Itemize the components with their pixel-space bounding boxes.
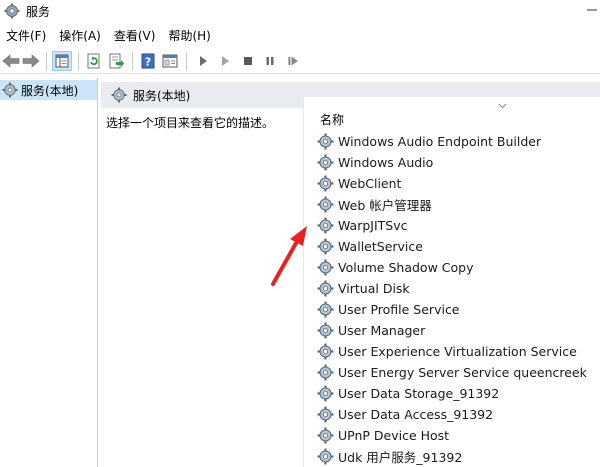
list-item[interactable]: Web 帐户管理器 xyxy=(317,194,587,215)
list-item[interactable]: Volume Shadow Copy xyxy=(317,257,587,278)
menu-file[interactable]: 文件(F) xyxy=(0,26,53,46)
toolbar-separator xyxy=(132,52,133,70)
list-item[interactable]: Virtual Disk xyxy=(317,278,587,299)
service-name: Windows Audio Endpoint Builder xyxy=(338,134,542,149)
sort-chevron-down-icon xyxy=(498,103,507,109)
help-icon[interactable]: ? xyxy=(138,51,158,71)
service-name: User Manager xyxy=(338,323,426,338)
service-gear-icon xyxy=(317,238,334,255)
service-gear-icon xyxy=(317,343,334,360)
list-item[interactable]: WebClient xyxy=(317,173,587,194)
title-bar: 服务 xyxy=(0,0,600,22)
service-gear-icon xyxy=(317,154,334,171)
service-gear-icon xyxy=(317,280,334,297)
gear-icon xyxy=(2,82,18,98)
service-name: WalletService xyxy=(338,239,423,254)
pause-service-icon[interactable] xyxy=(260,51,280,71)
service-name: User Profile Service xyxy=(338,302,460,317)
toolbar-separator xyxy=(186,52,187,70)
list-item[interactable]: Udk 用户服务_91392 xyxy=(317,446,587,467)
service-gear-icon xyxy=(317,322,334,339)
list-item[interactable]: User Energy Server Service queencreek xyxy=(317,362,587,383)
menu-help[interactable]: 帮助(H) xyxy=(162,26,217,46)
service-gear-icon xyxy=(317,427,334,444)
service-gear-icon xyxy=(317,385,334,402)
list-item[interactable]: User Experience Virtualization Service xyxy=(317,341,587,362)
list-item[interactable]: User Data Access_91392 xyxy=(317,404,587,425)
svg-text:?: ? xyxy=(145,56,151,69)
start-alt-icon[interactable] xyxy=(215,51,235,71)
service-name: Udk 用户服务_91392 xyxy=(338,450,463,465)
list-item[interactable]: WarpJITSvc xyxy=(317,215,587,236)
list-item[interactable]: UPnP Device Host xyxy=(317,425,587,446)
description-text: 选择一个项目来查看它的描述。 xyxy=(106,116,275,130)
service-gear-icon xyxy=(317,364,334,381)
menu-action[interactable]: 操作(A) xyxy=(53,26,108,46)
service-gear-icon xyxy=(317,175,334,192)
restart-service-icon[interactable] xyxy=(283,51,303,71)
show-hide-tree-icon[interactable] xyxy=(52,51,72,71)
service-name: WebClient xyxy=(338,176,402,191)
service-gear-icon xyxy=(317,196,334,213)
services-list: Windows Audio Endpoint Builder Windows Au… xyxy=(317,131,587,467)
window-title: 服务 xyxy=(26,4,51,19)
service-gear-icon xyxy=(317,301,334,318)
service-gear-icon xyxy=(317,448,334,465)
list-item[interactable]: User Data Storage_91392 xyxy=(317,383,587,404)
list-item[interactable]: Windows Audio Endpoint Builder xyxy=(317,131,587,152)
properties-icon[interactable] xyxy=(160,51,180,71)
services-list-panel: 名称 Windows Audio Endpoint Builder Windows… xyxy=(303,97,600,467)
toolbar-separator xyxy=(78,52,79,70)
annotation-arrow-icon xyxy=(266,222,310,290)
list-item[interactable]: WalletService xyxy=(317,236,587,257)
forward-arrow-icon[interactable] xyxy=(21,51,41,71)
tree-item-services-local[interactable]: 服务(本地) xyxy=(0,80,97,100)
service-name: WarpJITSvc xyxy=(338,218,408,233)
tree-pane: 服务(本地) xyxy=(0,78,98,467)
toolbar: ? xyxy=(0,48,600,74)
menu-bar: 文件(F) 操作(A) 查看(V) 帮助(H) xyxy=(0,26,218,46)
menu-view[interactable]: 查看(V) xyxy=(108,26,163,46)
service-name: User Energy Server Service queencreek xyxy=(338,365,587,380)
list-item[interactable]: User Manager xyxy=(317,320,587,341)
minimize-icon[interactable] xyxy=(586,4,598,16)
list-item[interactable]: Windows Audio xyxy=(317,152,587,173)
refresh-icon[interactable] xyxy=(84,51,104,71)
tree-item-label: 服务(本地) xyxy=(21,83,79,98)
stop-service-icon[interactable] xyxy=(238,51,258,71)
start-service-icon[interactable] xyxy=(193,51,213,71)
toolbar-separator xyxy=(46,52,47,70)
service-name: User Data Access_91392 xyxy=(338,407,494,422)
services-gear-icon xyxy=(4,3,20,19)
gear-icon xyxy=(111,87,127,103)
service-name: User Experience Virtualization Service xyxy=(338,344,577,359)
service-gear-icon xyxy=(317,406,334,423)
service-name: Virtual Disk xyxy=(338,281,410,296)
content-header-title: 服务(本地) xyxy=(133,88,191,103)
service-gear-icon xyxy=(317,217,334,234)
service-name: Volume Shadow Copy xyxy=(338,260,474,275)
service-name: Web 帐户管理器 xyxy=(338,198,432,213)
back-arrow-icon[interactable] xyxy=(1,51,21,71)
list-item[interactable]: User Profile Service xyxy=(317,299,587,320)
service-name: UPnP Device Host xyxy=(338,428,450,443)
export-list-icon[interactable] xyxy=(106,51,126,71)
service-gear-icon xyxy=(317,133,334,150)
column-header-name[interactable]: 名称 xyxy=(320,111,344,128)
service-name: User Data Storage_91392 xyxy=(338,386,500,401)
service-gear-icon xyxy=(317,259,334,276)
service-name: Windows Audio xyxy=(338,155,434,170)
